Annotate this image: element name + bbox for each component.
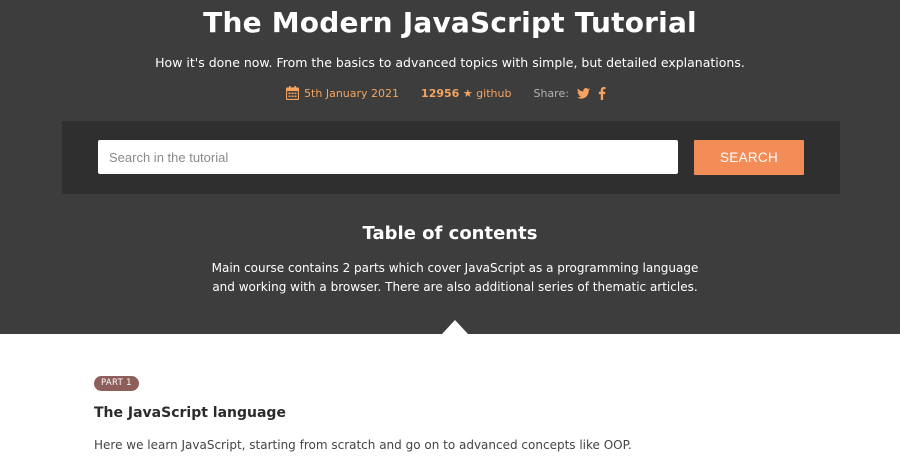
twitter-share-button[interactable] [576,87,590,99]
facebook-share-button[interactable] [598,86,606,100]
twitter-icon [576,87,590,99]
page-subtitle: How it's done now. From the basics to ad… [155,55,745,70]
hero-section: The Modern JavaScript Tutorial How it's … [0,0,900,334]
search-bar: SEARCH [62,121,840,194]
calendar-icon [286,86,300,100]
facebook-icon [598,86,606,100]
github-label: ★ github [462,86,512,100]
search-button[interactable]: SEARCH [694,140,804,175]
update-date: 5th January 2021 [286,86,399,100]
part-description: Here we learn JavaScript, starting from … [94,438,632,452]
github-stars-link[interactable]: 12956 ★ github [421,87,511,100]
part-title[interactable]: The JavaScript language [94,403,286,423]
page-title: The Modern JavaScript Tutorial [203,6,697,39]
toc-description: Main course contains 2 parts which cover… [211,261,699,294]
part-badge: PART 1 [94,376,139,391]
toc-heading: Table of contents [362,223,538,244]
share-label: Share: [533,86,569,100]
section-pointer [442,320,468,334]
update-date-text: 5th January 2021 [304,86,400,100]
github-star-count: 12956 [421,86,460,100]
meta-row: 5th January 2021 12956 ★ github Share: [0,84,900,102]
search-input[interactable] [98,140,678,174]
